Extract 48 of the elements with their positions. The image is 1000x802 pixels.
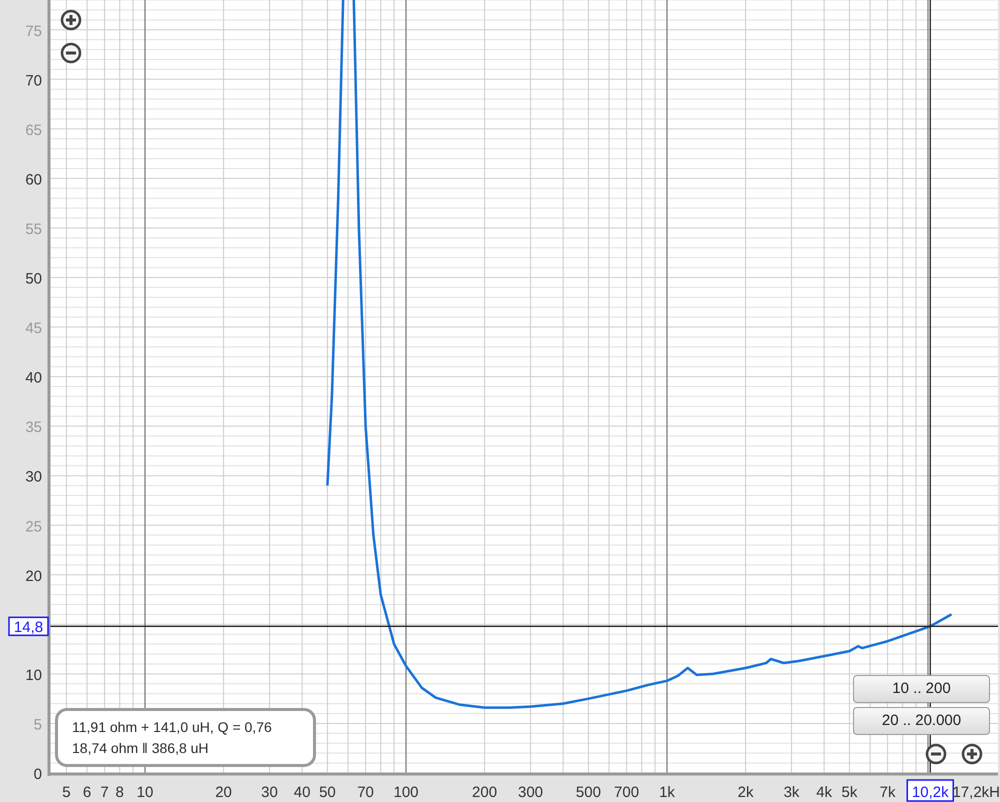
x-axis-label: 7k bbox=[880, 784, 896, 801]
y-axis-label: 45 bbox=[25, 320, 42, 338]
x-axis-label: 300 bbox=[518, 784, 544, 801]
x-axis-label: 5 bbox=[62, 784, 71, 801]
x-axis-label: 700 bbox=[614, 784, 640, 801]
range-button[interactable]: 20 .. 20.000 bbox=[853, 707, 990, 735]
y-axis-label: 25 bbox=[25, 518, 42, 536]
x-axis-label: 500 bbox=[576, 784, 601, 801]
x-axis-label: 2k bbox=[738, 784, 754, 801]
zoom-in-icon[interactable] bbox=[60, 9, 82, 31]
x-axis-label: 10 bbox=[136, 784, 154, 801]
fit-result-text: 18,74 ohm ‖ 386,8 uH bbox=[72, 738, 210, 758]
x-axis-label: 6 bbox=[82, 784, 92, 801]
y-axis-label: 10 bbox=[25, 666, 42, 684]
zoom-out-icon[interactable] bbox=[925, 743, 947, 765]
cursor-readout: 10,2k bbox=[906, 779, 954, 802]
cursor-readout: 14,8 bbox=[8, 616, 49, 636]
y-axis-label: 60 bbox=[25, 171, 42, 188]
x-axis-label: 3k bbox=[784, 784, 800, 801]
x-axis-label: 8 bbox=[116, 784, 124, 801]
range-button[interactable]: 10 .. 200 bbox=[853, 675, 990, 703]
y-axis-label: 30 bbox=[25, 468, 42, 486]
y-axis-label: 20 bbox=[25, 568, 42, 585]
y-axis-label: 55 bbox=[25, 220, 42, 238]
x-axis-label: 4k bbox=[816, 784, 832, 801]
y-axis-label: 70 bbox=[25, 72, 42, 90]
cursor-line[interactable] bbox=[930, 0, 931, 773]
y-axis-label: 40 bbox=[25, 370, 42, 387]
y-axis-label: 65 bbox=[25, 122, 42, 139]
y-axis-label: 75 bbox=[25, 22, 42, 40]
y-axis-label: 0 bbox=[34, 766, 42, 783]
x-axis-label: 17,2kH bbox=[952, 784, 1000, 801]
x-axis-label: 7 bbox=[100, 784, 109, 801]
x-axis-label: 20 bbox=[215, 784, 232, 801]
x-axis-label: 50 bbox=[319, 784, 336, 801]
x-axis-label: 30 bbox=[261, 784, 278, 801]
y-axis-label: 50 bbox=[25, 270, 42, 288]
y-axis-label: 5 bbox=[34, 716, 42, 734]
x-axis-label: 5k bbox=[842, 784, 858, 801]
zoom-out-icon[interactable] bbox=[60, 42, 82, 64]
fit-result-text: 11,91 ohm + 141,0 uH, Q = 0,76 bbox=[72, 718, 273, 736]
x-axis-label: 200 bbox=[472, 784, 498, 801]
x-axis-label: 1k bbox=[659, 784, 675, 801]
x-axis-label: 100 bbox=[393, 784, 419, 801]
y-axis-label: 35 bbox=[25, 419, 42, 436]
zoom-in-icon[interactable] bbox=[961, 743, 983, 765]
x-axis-label: 70 bbox=[357, 784, 374, 801]
x-axis-label: 40 bbox=[294, 784, 310, 801]
